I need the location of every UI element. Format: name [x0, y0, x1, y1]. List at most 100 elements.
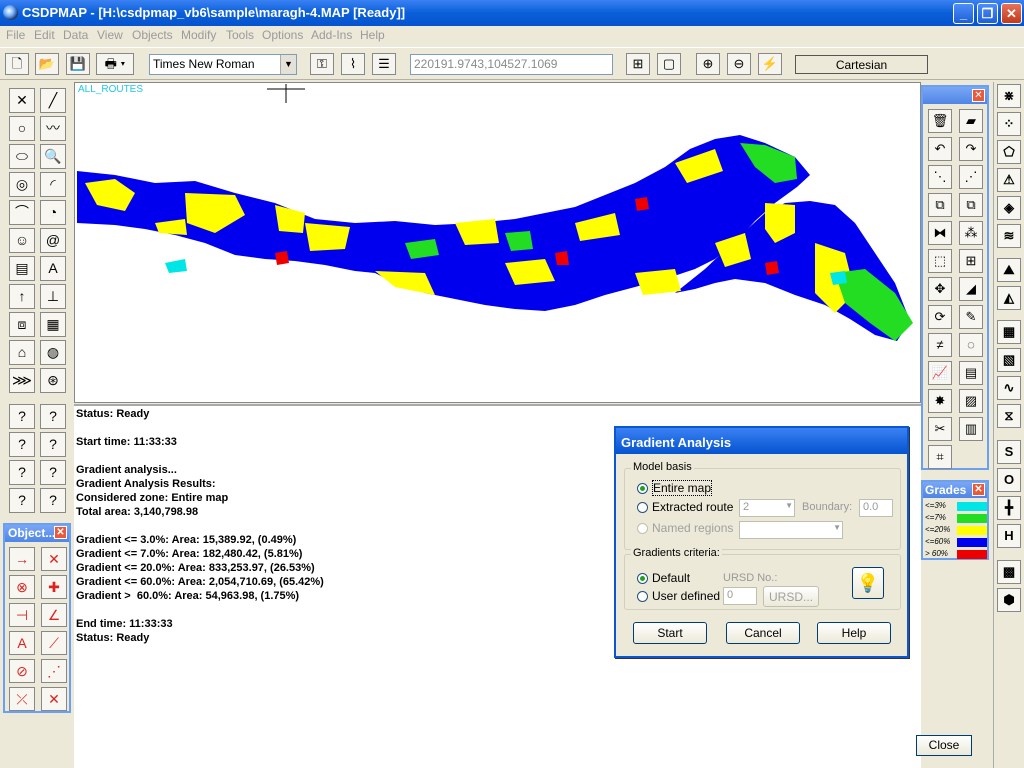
- view-3d-icon[interactable]: ⧖: [997, 404, 1021, 428]
- slope-icon[interactable]: ◢: [959, 277, 983, 301]
- zoom-out-icon[interactable]: ⊖: [727, 53, 751, 75]
- spiral-icon[interactable]: @: [40, 228, 66, 253]
- explode-icon[interactable]: ✸: [928, 389, 952, 413]
- not-equal-icon[interactable]: ≠: [928, 333, 952, 357]
- ursd-input[interactable]: 0: [723, 587, 757, 605]
- surface-icon[interactable]: ⬠: [997, 140, 1021, 164]
- protractor-icon[interactable]: ◔: [40, 200, 66, 225]
- restore-button[interactable]: ❐: [977, 3, 998, 24]
- menu-tools[interactable]: Tools: [226, 28, 254, 42]
- mirror-icon[interactable]: ⧓: [928, 221, 952, 245]
- resize-icon[interactable]: ⬚: [928, 249, 952, 273]
- smiley-icon[interactable]: ☺: [9, 228, 35, 253]
- lightbulb-icon[interactable]: 💡: [852, 567, 884, 599]
- map-canvas[interactable]: ALL_ROUTES: [74, 82, 921, 403]
- move-icon[interactable]: ✥: [928, 277, 952, 301]
- key-icon[interactable]: ⚿: [310, 53, 334, 75]
- text-icon[interactable]: A: [40, 256, 66, 281]
- obj-plus-icon[interactable]: ✚: [41, 575, 67, 599]
- target-icon[interactable]: ⊛: [40, 368, 66, 393]
- north-arrow-icon[interactable]: ↑: [9, 284, 35, 309]
- slope-map-icon[interactable]: ◭: [997, 286, 1021, 310]
- route-select[interactable]: 2 ▼: [739, 499, 795, 517]
- menu-options[interactable]: Options: [262, 28, 303, 42]
- globe-icon[interactable]: ◍: [40, 340, 66, 365]
- eraser-icon[interactable]: ▰: [959, 109, 983, 133]
- named-regions-radio[interactable]: Named regions: [637, 521, 733, 535]
- magnify-icon[interactable]: 🔍: [40, 144, 66, 169]
- warning-icon[interactable]: ⚠: [997, 168, 1021, 192]
- obj-diag-icon[interactable]: ⟋: [41, 631, 67, 655]
- points-icon[interactable]: ⁘: [997, 112, 1021, 136]
- menu-help[interactable]: Help: [360, 28, 385, 42]
- obj-text-icon[interactable]: A: [9, 631, 35, 655]
- obj-node-icon[interactable]: ⊘: [9, 659, 35, 683]
- print-icon[interactable]: 🖶 ▾: [96, 53, 134, 75]
- start-button[interactable]: Start: [633, 622, 707, 644]
- arc-icon[interactable]: ⌒: [9, 200, 35, 225]
- circle-icon[interactable]: ○: [9, 116, 35, 141]
- tool-s-button[interactable]: S: [997, 440, 1021, 464]
- arc-tool-icon[interactable]: ◜: [40, 172, 66, 197]
- hatch-map-icon[interactable]: ▧: [997, 348, 1021, 372]
- trash-icon[interactable]: 🗑: [928, 109, 952, 133]
- table-icon[interactable]: ▥: [959, 417, 983, 441]
- boundary-input[interactable]: 0.0: [859, 499, 893, 517]
- ellipse-icon[interactable]: ⬭: [9, 144, 35, 169]
- default-radio[interactable]: Default: [637, 571, 690, 585]
- cube-icon[interactable]: ⧈: [9, 312, 35, 337]
- tool-o-button[interactable]: O: [997, 468, 1021, 492]
- projection-button[interactable]: Cartesian: [795, 55, 928, 74]
- scale-bar-icon[interactable]: ⊥: [40, 284, 66, 309]
- contour-lines-icon[interactable]: ≋: [997, 224, 1021, 248]
- hatch-icon[interactable]: ▨: [959, 389, 983, 413]
- chevron-down-icon[interactable]: ▼: [280, 55, 296, 74]
- lasso-icon[interactable]: ◌: [959, 333, 983, 357]
- ursd-button[interactable]: URSD...: [763, 586, 819, 607]
- grid-view-icon[interactable]: ⊞: [626, 53, 650, 75]
- extracted-route-radio[interactable]: Extracted route: [637, 500, 733, 514]
- obj-move-icon[interactable]: →: [9, 547, 35, 571]
- tin-icon[interactable]: ⋇: [997, 84, 1021, 108]
- tool-h-button[interactable]: H: [997, 524, 1021, 548]
- query-line-icon[interactable]: ?: [40, 404, 66, 429]
- region-icon[interactable]: ⬢: [997, 588, 1021, 612]
- terrain-icon[interactable]: ⛰: [997, 258, 1021, 282]
- cancel-button[interactable]: Cancel: [726, 622, 800, 644]
- rotate-icon[interactable]: ⟳: [928, 305, 952, 329]
- select-cross-icon[interactable]: ✕: [9, 88, 35, 113]
- layers-icon[interactable]: ☰: [372, 53, 396, 75]
- scissors-icon[interactable]: ✂: [928, 417, 952, 441]
- close-icon[interactable]: ✕: [972, 483, 985, 496]
- grid-lines-icon[interactable]: ╋: [997, 496, 1021, 520]
- close-button[interactable]: Close: [916, 735, 972, 756]
- close-icon[interactable]: ✕: [54, 526, 67, 539]
- frame-view-icon[interactable]: ▢: [657, 53, 681, 75]
- grid-table-icon[interactable]: ▦: [40, 312, 66, 337]
- query-ring-icon[interactable]: ?: [9, 432, 35, 457]
- obj-cross-icon[interactable]: ✕: [41, 547, 67, 571]
- close-window-button[interactable]: ✕: [1001, 3, 1022, 24]
- minimize-button[interactable]: _: [953, 3, 974, 24]
- contour-icon[interactable]: ⋙: [9, 368, 35, 393]
- new-file-icon[interactable]: 🗋: [5, 53, 29, 75]
- route-tool-icon[interactable]: ⌇: [341, 53, 365, 75]
- polyline-icon[interactable]: 〰: [40, 116, 66, 141]
- image-icon[interactable]: ▤: [9, 256, 35, 281]
- menu-add-ins[interactable]: Add-Ins: [311, 28, 352, 42]
- lightning-icon[interactable]: ⚡: [758, 53, 782, 75]
- scatter-icon[interactable]: ⁂: [959, 221, 983, 245]
- obj-delete-icon[interactable]: ✕: [41, 687, 67, 711]
- quad-icon[interactable]: ⊞: [959, 249, 983, 273]
- query-arrow-icon[interactable]: ?: [40, 488, 66, 513]
- menu-edit[interactable]: Edit: [34, 28, 55, 42]
- query-xx-icon[interactable]: ?: [40, 460, 66, 485]
- undo-icon[interactable]: ↶: [928, 137, 952, 161]
- query-o-icon[interactable]: ?: [9, 460, 35, 485]
- obj-angle-icon[interactable]: ∠: [41, 603, 67, 627]
- building-icon[interactable]: ⌂: [9, 340, 35, 365]
- group-icon[interactable]: ⧉: [928, 193, 952, 217]
- profile-icon[interactable]: ∿: [997, 376, 1021, 400]
- obj-vertex-icon[interactable]: ⋰: [41, 659, 67, 683]
- user-defined-radio[interactable]: User defined: [637, 589, 720, 603]
